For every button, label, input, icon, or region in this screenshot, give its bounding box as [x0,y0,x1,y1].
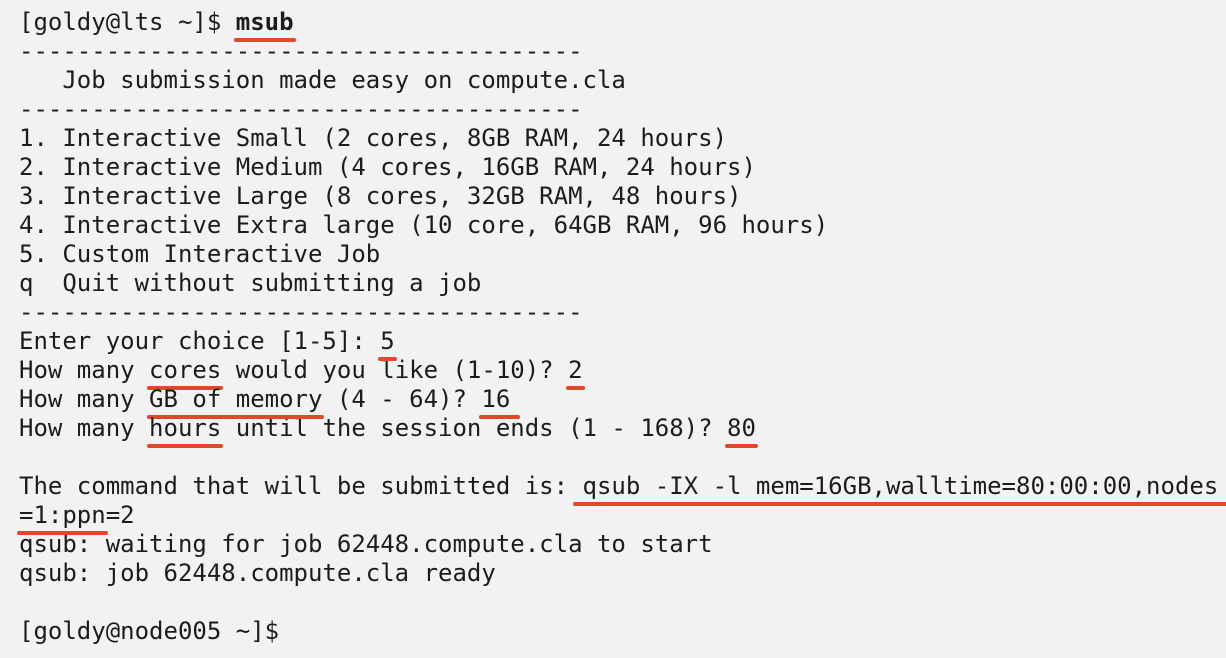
menu-option-quit: q Quit without submitting a job [19,269,482,297]
cores-keyword: cores [147,356,224,390]
memory-suffix: (4 - 64)? [322,385,482,413]
cores-prefix: How many [19,356,150,384]
prompt-line-1: [goldy@lts ~]$ msub [19,8,1226,42]
cores-value: 2 [566,356,586,390]
command-summary-line: The command that will be submitted is: q… [19,472,1226,506]
qsub-waiting-line: qsub: waiting for job 62448.compute.cla … [19,530,713,558]
hours-line: How many hours until the session ends (1… [19,414,1226,448]
hours-keyword: hours [147,414,224,448]
separator-line: --------------------------------------- [19,37,583,65]
choice-prompt: Enter your choice [1-5]: [19,327,381,355]
menu-option-5: 5. Custom Interactive Job [19,240,381,268]
terminal-window[interactable]: [goldy@lts ~]$ msub --------------------… [0,0,1226,658]
qsub-command-part1: qsub -IX -l mem=16GB,walltime=80:00:00,n… [572,472,1226,506]
memory-keyword: GB of memory [147,385,325,419]
cores-line: How many cores would you like (1-10)? 2 [19,356,1226,390]
node-shell-prompt: [goldy@node005 ~]$ [19,617,294,645]
banner-line: Job submission made easy on compute.cla [19,66,626,94]
prompt-line-2[interactable]: [goldy@node005 ~]$ [19,617,1226,646]
hours-prefix: How many [19,414,150,442]
memory-value: 16 [479,385,521,419]
hours-value: 80 [725,414,758,448]
choice-line: Enter your choice [1-5]: 5 [19,327,1226,361]
menu-option-1: 1. Interactive Small (2 cores, 8GB RAM, … [19,124,728,152]
separator-line: --------------------------------------- [19,298,583,326]
choice-value: 5 [378,327,398,361]
qsub-command-part2: =1:ppn [17,501,108,535]
qsub-ready-line: qsub: job 62448.compute.cla ready [19,559,496,587]
command-summary-prefix: The command that will be submitted is: [19,472,583,500]
shell-prompt: [goldy@lts ~]$ [19,8,236,36]
msub-command: msub [233,8,296,42]
menu-option-4: 4. Interactive Extra large (10 core, 64G… [19,211,829,239]
memory-line: How many GB of memory (4 - 64)? 16 [19,385,1226,419]
qsub-command-part3: =2 [105,501,135,529]
separator-line: --------------------------------------- [19,95,583,123]
memory-prefix: How many [19,385,150,413]
menu-option-2: 2. Interactive Medium (4 cores, 16GB RAM… [19,153,756,181]
menu-option-3: 3. Interactive Large (8 cores, 32GB RAM,… [19,182,742,210]
